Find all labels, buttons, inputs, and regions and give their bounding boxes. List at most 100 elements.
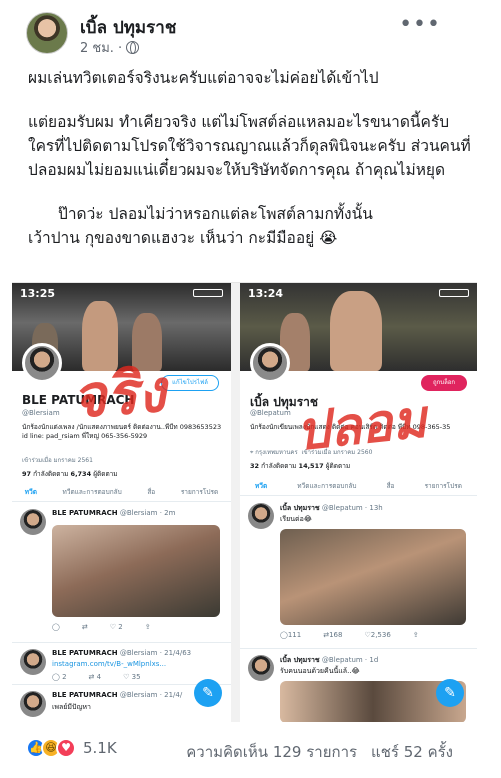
- post-text: ผมเล่นทวิตเตอร์จริงนะครับแต่อาจจะไม่ค่อย…: [28, 66, 478, 250]
- joined-date: เข้าร่วมเมื่อ มกราคม 2561: [22, 457, 93, 464]
- tweet-meta: @Blersiam · 21/4/63: [119, 649, 192, 657]
- tweet-avatar: [20, 691, 46, 717]
- tweet-meta: @Blersiam · 2m: [119, 509, 176, 517]
- tweet-name: BLE PATUMRACH: [52, 649, 118, 657]
- retweet-count: 168: [329, 631, 343, 639]
- tweet-avatar: [20, 509, 46, 535]
- post-meta: 2 ชม. ·: [80, 37, 140, 58]
- reply-icon: ◯111: [280, 631, 302, 639]
- compose-tweet-icon: ✎: [436, 679, 464, 707]
- profile-avatar: [250, 343, 290, 383]
- reaction-count[interactable]: 5.1K: [83, 739, 117, 757]
- tweet-name: เบิ้ล ปทุมราช: [280, 656, 320, 664]
- tweet: BLE PATUMRACH @Blersiam · 2m ◯ ⇄ ♡ 2 ⇪: [12, 505, 231, 643]
- comment-count[interactable]: ความคิดเห็น 129 รายการ: [186, 740, 357, 764]
- tweet-name: เบิ้ล ปทุมราช: [280, 504, 320, 512]
- tweet-header: เบิ้ล ปทุมราช @Blepatum · 13h: [280, 503, 383, 514]
- location-text: กรุงเทพมหานคร: [255, 449, 298, 456]
- tweet-actions: ◯111 ⇄168 ♡2,536 ⇪: [280, 631, 419, 639]
- status-time: 13:25: [20, 287, 56, 300]
- share-icon: ⇪: [144, 623, 151, 631]
- tweet-text: เรียนต่อ😂: [280, 515, 312, 523]
- tab-replies: ทวีตและการตอบกลับ: [297, 482, 357, 490]
- profile-handle: @Blepatum: [250, 409, 291, 417]
- edit-profile-button: แก้ไขโปรไฟล์: [161, 375, 219, 391]
- retweet-icon: ⇄: [81, 623, 88, 631]
- following-label: กำลังติดตาม: [261, 462, 297, 470]
- following-label: กำลังติดตาม: [33, 470, 69, 478]
- tweet-name: BLE PATUMRACH: [52, 509, 118, 517]
- tweet: BLE PATUMRACH @Blersiam · 21/4/63 instag…: [12, 645, 231, 685]
- author-avatar[interactable]: [26, 12, 68, 54]
- more-options-icon[interactable]: •••: [399, 12, 441, 37]
- tab-likes: รายการโปรด: [424, 482, 462, 490]
- tab-media: สื่อ: [147, 488, 156, 496]
- profile-tabs: ทวีต ทวีตและการตอบกลับ สื่อ รายการโปรด: [12, 487, 231, 502]
- post-header: เบิ้ล ปทุมราช 2 ชม. · •••: [0, 0, 501, 62]
- post-paragraph: ผมเล่นทวิตเตอร์จริงนะครับแต่อาจจะไม่ค่อย…: [28, 69, 379, 87]
- retweet-count: 4: [96, 673, 102, 681]
- profile-handle: @Blersiam: [22, 409, 60, 417]
- status-time: 13:24: [248, 287, 284, 300]
- tweet-avatar: [248, 503, 274, 529]
- tweet-header: BLE PATUMRACH @Blersiam · 21/4/: [52, 691, 182, 699]
- post-paragraph: ป๊าดว่ะ ปลอมไม่ว่าหรอกแต่ละโพสต์ลามกทั้ง…: [58, 205, 373, 223]
- handwritten-fake-label: ปลอม: [293, 388, 430, 463]
- reply-count: 2: [62, 673, 67, 681]
- tab-tweets: ทวีต: [255, 482, 268, 490]
- real-account-screenshot: 13:25 แก้ไขโปรไฟล์ BLE PATUMRACH @Blersi…: [12, 283, 231, 722]
- retweet-icon: ⇄168: [323, 631, 343, 639]
- post-paragraph: เว้าปาน กุของขาดแฮงวะ เห็นว่า กะมีมืออยู…: [28, 229, 338, 247]
- tweet-actions: ◯ 2 ⇄ 4 ♡ 35: [52, 673, 141, 681]
- reply-icon: ◯: [52, 623, 60, 631]
- handwritten-real-label: จริง: [69, 356, 168, 432]
- followers-label: ผู้ติดตาม: [93, 470, 118, 478]
- tweet-text: เพลย์มีปัญหา: [52, 703, 91, 711]
- tweet-link: instagram.com/tv/B-_wMlpnlxs...: [52, 660, 167, 668]
- like-icon: ♡2,536: [364, 631, 391, 639]
- post-time[interactable]: 2 ชม. ·: [80, 37, 122, 58]
- like-icon: ♡ 35: [123, 673, 141, 681]
- tweet-text: รับคนนอนด้วยคืนนี้แล้..😂: [280, 667, 360, 675]
- reply-count: 111: [287, 631, 302, 639]
- like-count: 2: [118, 623, 123, 631]
- profile-tabs: ทวีต ทวีตและการตอบกลับ สื่อ รายการโปรด: [240, 481, 477, 496]
- tweet-header: BLE PATUMRACH @Blersiam · 2m: [52, 509, 175, 517]
- tab-replies: ทวีตและการตอบกลับ: [62, 488, 122, 496]
- fake-account-screenshot: 13:24 ถูกบล็อก เบิ้ล ปทุมราช @Blepatum น…: [240, 283, 477, 722]
- follow-counts: 97 กำลังติดตาม 6,734 ผู้ติดตาม: [22, 469, 118, 479]
- post-paragraph: แต่ยอมรับผม ทำเคียวจริง แต่ไม่โพสต์ล่อแห…: [28, 113, 471, 179]
- battery-icon: [439, 289, 469, 297]
- tweet-avatar: [248, 655, 274, 681]
- post-stats: ความคิดเห็น 129 รายการ แชร์ 52 ครั้ง: [186, 740, 453, 764]
- reply-icon: ◯ 2: [52, 673, 67, 681]
- share-count[interactable]: แชร์ 52 ครั้ง: [371, 740, 453, 764]
- tab-media: สื่อ: [386, 482, 395, 490]
- tweet-meta: @Blepatum · 1d: [321, 656, 379, 664]
- tweet-avatar: [20, 649, 46, 675]
- tweet-actions: ◯ ⇄ ♡ 2 ⇪: [52, 623, 151, 631]
- reaction-summary[interactable]: 👍 😆 ♥ 5.1K: [26, 738, 117, 758]
- tweet-meta: @Blersiam · 21/4/: [119, 691, 183, 699]
- following-count: 97: [22, 470, 32, 478]
- tweet: เบิ้ล ปทุมราช @Blepatum · 13h เรียนต่อ😂 …: [240, 499, 477, 649]
- tab-likes: รายการโปรด: [180, 488, 219, 496]
- share-icon: ⇪: [412, 631, 419, 639]
- tweet-meta: @Blepatum · 13h: [321, 504, 383, 512]
- battery-icon: [193, 289, 223, 297]
- compose-tweet-icon: ✎: [194, 679, 222, 707]
- profile-avatar: [22, 343, 62, 383]
- post-image[interactable]: 13:25 แก้ไขโปรไฟล์ BLE PATUMRACH @Blersi…: [12, 282, 477, 722]
- love-reaction-icon: ♥: [56, 738, 76, 758]
- globe-icon: [126, 41, 140, 54]
- like-icon: ♡ 2: [109, 623, 123, 631]
- like-count: 2,536: [370, 631, 391, 639]
- tweet-header: เบิ้ล ปทุมราช @Blepatum · 1d: [280, 655, 378, 666]
- followers-count: 6,734: [70, 470, 92, 478]
- tweet-name: BLE PATUMRACH: [52, 691, 118, 699]
- banner-figure: [330, 291, 382, 371]
- retweet-icon: ⇄ 4: [88, 673, 102, 681]
- tweet-photo: [280, 529, 466, 625]
- like-count: 35: [131, 673, 141, 681]
- following-count: 32: [250, 462, 260, 470]
